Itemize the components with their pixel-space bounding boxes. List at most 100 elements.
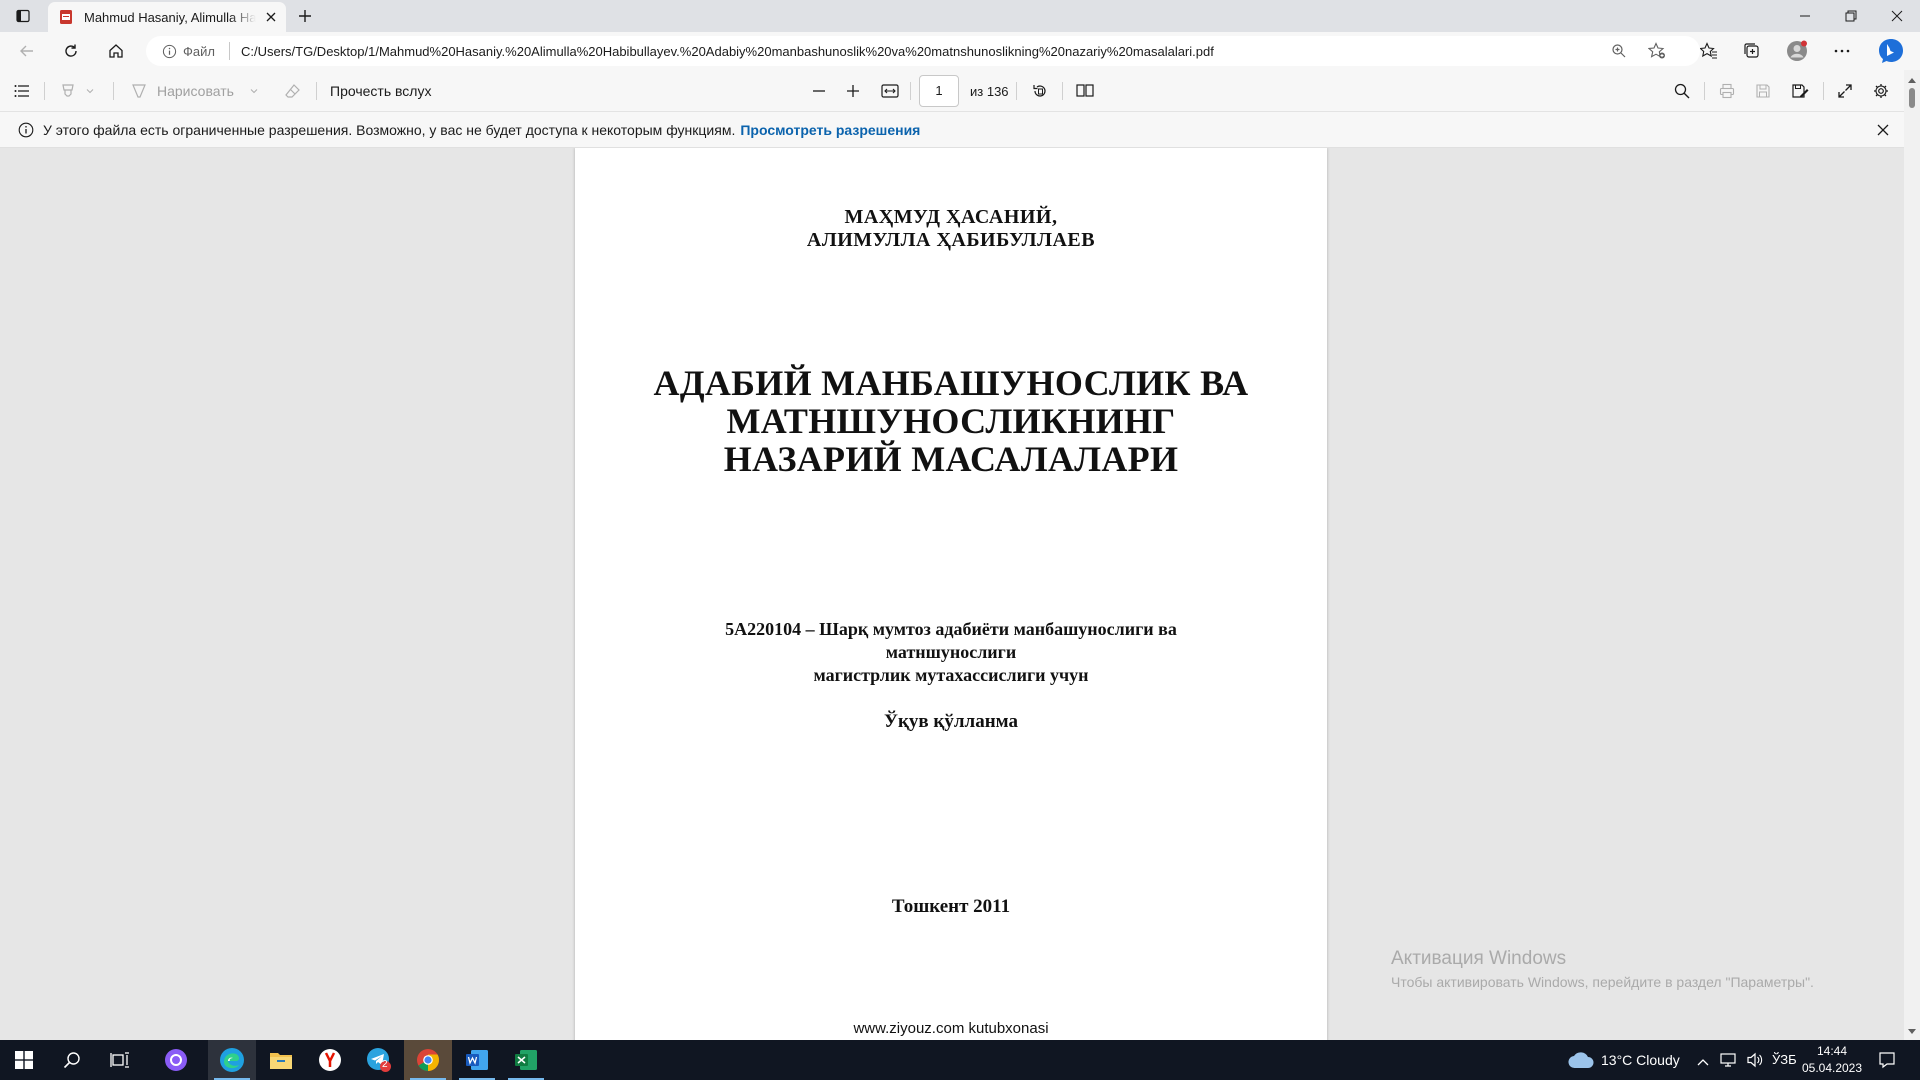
erase-button[interactable] <box>282 79 304 103</box>
weather-cloud-icon[interactable] <box>1568 1051 1594 1074</box>
tab-close-icon[interactable] <box>262 8 280 26</box>
taskbar-app-excel[interactable] <box>502 1040 550 1080</box>
gear-icon <box>1874 84 1888 98</box>
clock-date: 05.04.2023 <box>1801 1061 1863 1075</box>
start-button[interactable] <box>0 1040 48 1080</box>
permissions-infobar: У этого файла есть ограниченные разрешен… <box>0 112 1920 148</box>
taskbar-app-explorer[interactable] <box>257 1040 305 1080</box>
fit-width-button[interactable] <box>879 79 901 103</box>
input-language-indicator[interactable]: ЎЗБ <box>1772 1052 1797 1067</box>
document-subtitle: 5А220104 – Шарқ мумтоз адабиёти манбашун… <box>575 618 1327 687</box>
view-permissions-link[interactable]: Просмотреть разрешения <box>740 122 920 138</box>
search-icon <box>63 1052 80 1069</box>
info-circle-icon <box>162 44 177 58</box>
minimize-icon <box>1800 15 1810 17</box>
zoom-icon[interactable] <box>1608 41 1630 61</box>
taskbar-app-yandex[interactable] <box>306 1040 354 1080</box>
chrome-browser-icon <box>417 1049 439 1071</box>
search-button[interactable] <box>48 1040 96 1080</box>
scrollbar-thumb[interactable] <box>1909 88 1915 108</box>
page-view-button[interactable] <box>1074 79 1096 103</box>
restore-button[interactable] <box>1828 0 1874 32</box>
bing-button[interactable] <box>1874 37 1908 65</box>
minimize-button[interactable] <box>1782 0 1828 32</box>
toolbar-divider <box>1016 82 1017 100</box>
taskbar-app-alice[interactable] <box>152 1040 200 1080</box>
pdf-viewer[interactable]: МАҲМУД ҲАСАНИЙ, АЛИМУЛЛА ҲАБИБУЛЛАЕВ АДА… <box>0 148 1904 1040</box>
new-tab-button[interactable] <box>293 4 317 28</box>
vertical-scrollbar[interactable] <box>1904 70 1920 1040</box>
collections-icon <box>1744 43 1759 58</box>
draw-button[interactable]: Нарисовать <box>131 79 267 103</box>
page-number-input[interactable]: 1 <box>919 75 959 107</box>
subtitle-line: матншунослиги <box>885 642 1017 662</box>
rotate-icon <box>1033 85 1046 97</box>
telegram-icon <box>367 1048 391 1072</box>
find-button[interactable] <box>1672 79 1692 103</box>
profile-button[interactable] <box>1782 37 1812 65</box>
pdf-settings-button[interactable] <box>1871 79 1891 103</box>
rotate-button[interactable] <box>1030 79 1050 103</box>
search-icon <box>1674 83 1690 99</box>
address-bar[interactable]: Файл C:/Users/TG/Desktop/1/Mahmud%20Hasa… <box>146 36 1700 66</box>
highlight-button[interactable] <box>55 79 99 103</box>
title-line: НАЗАРИЙ МАСАЛАЛАРИ <box>723 439 1179 479</box>
page-count-label: из 136 <box>970 84 1009 99</box>
home-button[interactable] <box>101 37 131 65</box>
zoom-in-button[interactable] <box>843 79 863 103</box>
url-text[interactable]: C:/Users/TG/Desktop/1/Mahmud%20Hasaniy.%… <box>241 44 1214 59</box>
contents-list-icon <box>14 85 29 97</box>
scroll-up-icon[interactable] <box>1908 76 1916 84</box>
expand-icon <box>1838 84 1852 98</box>
taskbar-app-chrome[interactable] <box>404 1040 452 1080</box>
close-window-button[interactable] <box>1874 0 1920 32</box>
tab-strip: Mahmud Hasaniy, Alimulla Habibullayev. A… <box>0 0 1920 32</box>
zoom-out-button[interactable] <box>809 79 829 103</box>
tab-pdf[interactable]: Mahmud Hasaniy, Alimulla Habibullayev. A… <box>48 2 286 32</box>
title-line: АДАБИЙ МАНБАШУНОСЛИК ВА <box>653 363 1249 403</box>
tab-actions-button[interactable] <box>10 4 36 28</box>
read-aloud-button[interactable]: Прочесть вслух <box>330 79 440 103</box>
author-line: АЛИМУЛЛА ҲАБИБУЛЛАЕВ <box>806 229 1096 251</box>
settings-menu-button[interactable] <box>1827 37 1857 65</box>
infobar-close-icon[interactable] <box>1874 121 1892 139</box>
draw-label: Нарисовать <box>157 83 234 99</box>
weather-text[interactable]: 13°C Cloudy <box>1601 1052 1680 1068</box>
taskbar-clock[interactable]: 14:44 05.04.2023 <box>1800 1043 1864 1077</box>
back-button[interactable] <box>12 37 42 65</box>
site-info-button[interactable]: Файл <box>162 36 215 66</box>
toolbar-divider <box>1704 82 1705 100</box>
notification-center-icon[interactable] <box>1878 1051 1896 1074</box>
favorites-icon <box>1700 42 1717 59</box>
draw-pen-icon <box>132 84 146 98</box>
collections-button[interactable] <box>1737 37 1767 65</box>
print-button[interactable] <box>1717 79 1737 103</box>
navigation-bar: Файл C:/Users/TG/Desktop/1/Mahmud%20Hasa… <box>0 32 1920 70</box>
avatar-icon <box>1787 40 1807 61</box>
document-title: АДАБИЙ МАНБАШУНОСЛИК ВА МАТНШУНОСЛИКНИНГ… <box>575 364 1327 478</box>
excel-icon <box>515 1050 537 1070</box>
fullscreen-button[interactable] <box>1835 79 1855 103</box>
favorites-button[interactable] <box>1694 37 1724 65</box>
table-of-contents-button[interactable] <box>12 79 32 103</box>
taskbar-app-edge[interactable] <box>208 1040 256 1080</box>
show-hidden-icons-chevron-icon[interactable] <box>1697 1053 1709 1071</box>
info-circle-icon <box>17 121 35 139</box>
network-icon[interactable] <box>1720 1052 1738 1073</box>
document-type: Ўқув қўлланма <box>884 711 1018 732</box>
save-as-button[interactable] <box>1789 79 1811 103</box>
save-button[interactable] <box>1753 79 1773 103</box>
watermark-title: Активация Windows <box>1391 948 1567 969</box>
refresh-button[interactable] <box>56 37 86 65</box>
taskbar-app-word[interactable] <box>453 1040 501 1080</box>
more-dots-icon <box>1834 49 1850 53</box>
scroll-down-icon[interactable] <box>1908 1028 1916 1036</box>
task-view-button[interactable] <box>96 1040 144 1080</box>
volume-icon[interactable] <box>1746 1052 1764 1073</box>
plus-icon <box>299 10 311 22</box>
publication-place-year: Тошкент 2011 <box>891 896 1011 917</box>
add-favorite-icon[interactable] <box>1646 41 1668 61</box>
windows-taskbar: 2 13°C Cloudy ЎЗБ 14:44 05.04.2023 <box>0 1040 1920 1080</box>
toolbar-divider <box>316 82 317 100</box>
taskbar-app-telegram[interactable]: 2 <box>355 1040 403 1080</box>
